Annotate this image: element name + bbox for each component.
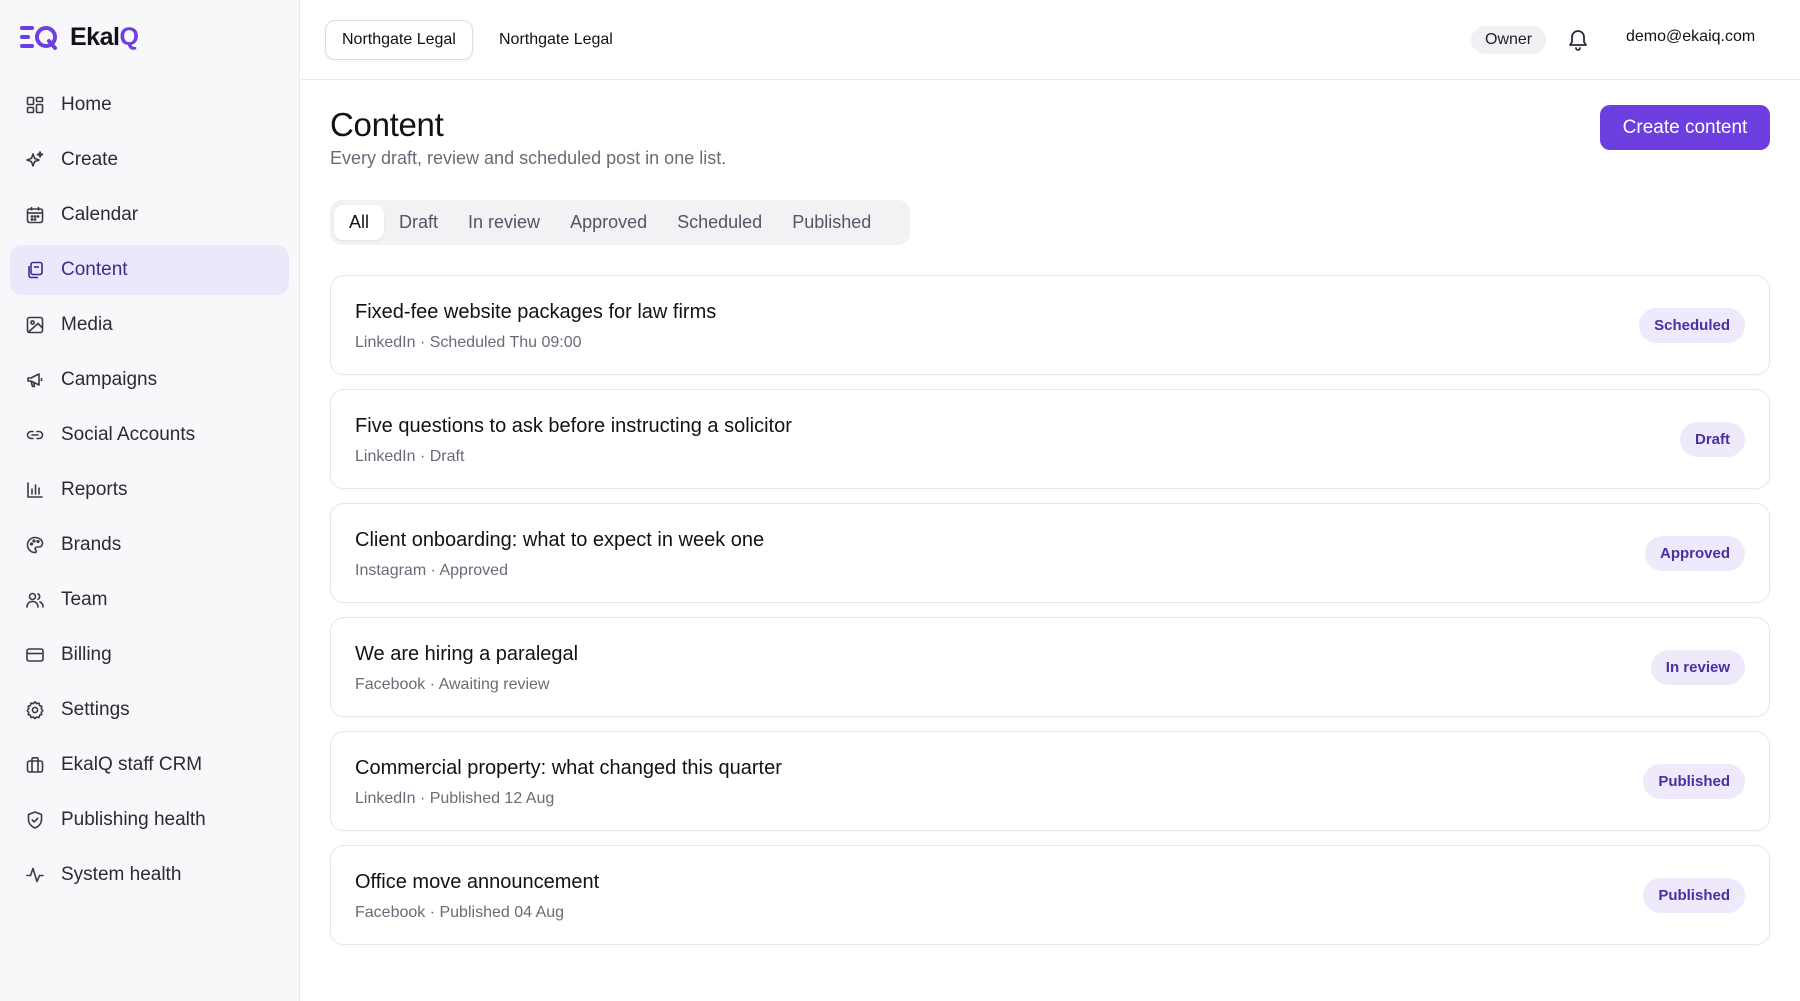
sidebar-item-brands[interactable]: Brands [10,520,289,570]
palette-icon [25,535,45,555]
sidebar-item-label: System health [61,864,182,885]
activity-icon [25,865,45,885]
content-item[interactable]: Fixed-fee website packages for law firms… [330,275,1770,375]
home-grid-icon [25,95,45,115]
page-subtitle: Every draft, review and scheduled post i… [330,148,727,168]
logo-mark-icon [20,26,57,50]
sidebar-item-content[interactable]: Content [10,245,289,295]
content-item-title: Commercial property: what changed this q… [355,757,782,779]
content-item[interactable]: Client onboarding: what to expect in wee… [330,503,1770,603]
sidebar-item-label: EkalQ staff CRM [61,754,203,775]
sidebar-item-create[interactable]: Create [10,135,289,185]
briefcase-icon [25,755,45,775]
sidebar-item-campaigns[interactable]: Campaigns [10,355,289,405]
content-item[interactable]: We are hiring a paralegal Facebook · Awa… [330,617,1770,717]
status-badge: Published [1643,878,1745,913]
content-item-title: Client onboarding: what to expect in wee… [355,529,765,551]
tab-published[interactable]: Published [777,205,886,240]
content-item-meta: LinkedIn · Draft [355,448,465,465]
status-badge: Published [1643,764,1745,799]
users-icon [25,590,45,610]
content-item-title: We are hiring a paralegal [355,643,579,665]
page-title: Content [330,106,444,143]
content-list: Fixed-fee website packages for law firms… [330,275,1770,959]
sidebar-item-label: Campaigns [61,369,158,390]
sidebar-item-label: Create [61,149,119,170]
content-item-title: Fixed-fee website packages for law firms [355,301,717,323]
credit-card-icon [25,645,45,665]
status-badge: Scheduled [1639,308,1745,343]
link-icon [25,425,45,445]
sidebar-item-billing[interactable]: Billing [10,630,289,680]
sidebar-item-label: Brands [61,534,122,555]
sidebar-item-label: Settings [61,699,130,720]
content-item-meta: Instagram · Approved [355,562,508,579]
tab-draft[interactable]: Draft [384,205,453,240]
sidebar: EkalQ Home Create Calendar Content Media… [0,0,300,1001]
role-badge: Owner [1471,26,1547,54]
tab-in-review[interactable]: In review [453,205,555,240]
sidebar-item-publishing-health[interactable]: Publishing health [10,795,289,845]
content-item-meta: LinkedIn · Published 12 Aug [355,790,555,807]
tab-approved[interactable]: Approved [555,205,662,240]
sidebar-item-label: Publishing health [61,809,206,830]
content-item-meta: Facebook · Published 04 Aug [355,904,565,921]
status-badge: Approved [1644,536,1745,571]
content-item[interactable]: Office move announcement Facebook · Publ… [330,845,1770,945]
tab-all[interactable]: All [334,205,385,240]
tab-scheduled[interactable]: Scheduled [662,205,777,240]
content-item[interactable]: Five questions to ask before instructing… [330,389,1770,489]
documents-icon [25,260,45,280]
megaphone-icon [25,370,45,390]
content-item-title: Office move announcement [355,871,600,893]
content-item-meta: Facebook · Awaiting review [355,676,550,693]
sidebar-item-social-accounts[interactable]: Social Accounts [10,410,289,460]
user-menu[interactable]: demo@ekaiq.com [1626,28,1755,46]
logo-text: EkalQ [70,22,139,51]
content-item-meta: LinkedIn · Scheduled Thu 09:00 [355,334,582,351]
topbar: Northgate Legal Northgate Legal Owner de… [301,0,1800,80]
content-item[interactable]: Commercial property: what changed this q… [330,731,1770,831]
sidebar-item-settings[interactable]: Settings [10,685,289,735]
content-item-title: Five questions to ask before instructing… [355,415,792,437]
gear-icon [25,700,45,720]
sidebar-item-label: Content [61,259,128,280]
sidebar-item-label: Social Accounts [61,424,196,445]
image-icon [25,315,45,335]
sidebar-item-label: Team [61,589,108,610]
create-content-button[interactable]: Create content [1600,105,1770,150]
sidebar-item-media[interactable]: Media [10,300,289,350]
shield-icon [25,810,45,830]
sparkles-icon [25,150,45,170]
status-filter-tabs: All Draft In review Approved Scheduled P… [330,200,910,245]
bell-icon[interactable] [1566,28,1590,52]
logo[interactable]: EkalQ [20,22,139,52]
status-badge: Draft [1679,422,1745,457]
sidebar-item-staff-crm[interactable]: EkalQ staff CRM [10,740,289,790]
sidebar-item-reports[interactable]: Reports [10,465,289,515]
sidebar-item-label: Reports [61,479,128,500]
workspace-tab[interactable]: Northgate Legal [483,20,629,60]
bar-chart-icon [25,480,45,500]
sidebar-item-label: Media [61,314,113,335]
sidebar-item-home[interactable]: Home [10,80,289,130]
status-badge: In review [1650,650,1745,685]
sidebar-item-label: Home [61,94,112,115]
sidebar-nav: Home Create Calendar Content Media Campa… [10,80,289,905]
sidebar-item-label: Billing [61,644,112,665]
workspace-switcher-button[interactable]: Northgate Legal [325,20,473,60]
sidebar-item-system-health[interactable]: System health [10,850,289,900]
sidebar-item-calendar[interactable]: Calendar [10,190,289,240]
sidebar-item-team[interactable]: Team [10,575,289,625]
calendar-icon [25,205,45,225]
sidebar-item-label: Calendar [61,204,139,225]
